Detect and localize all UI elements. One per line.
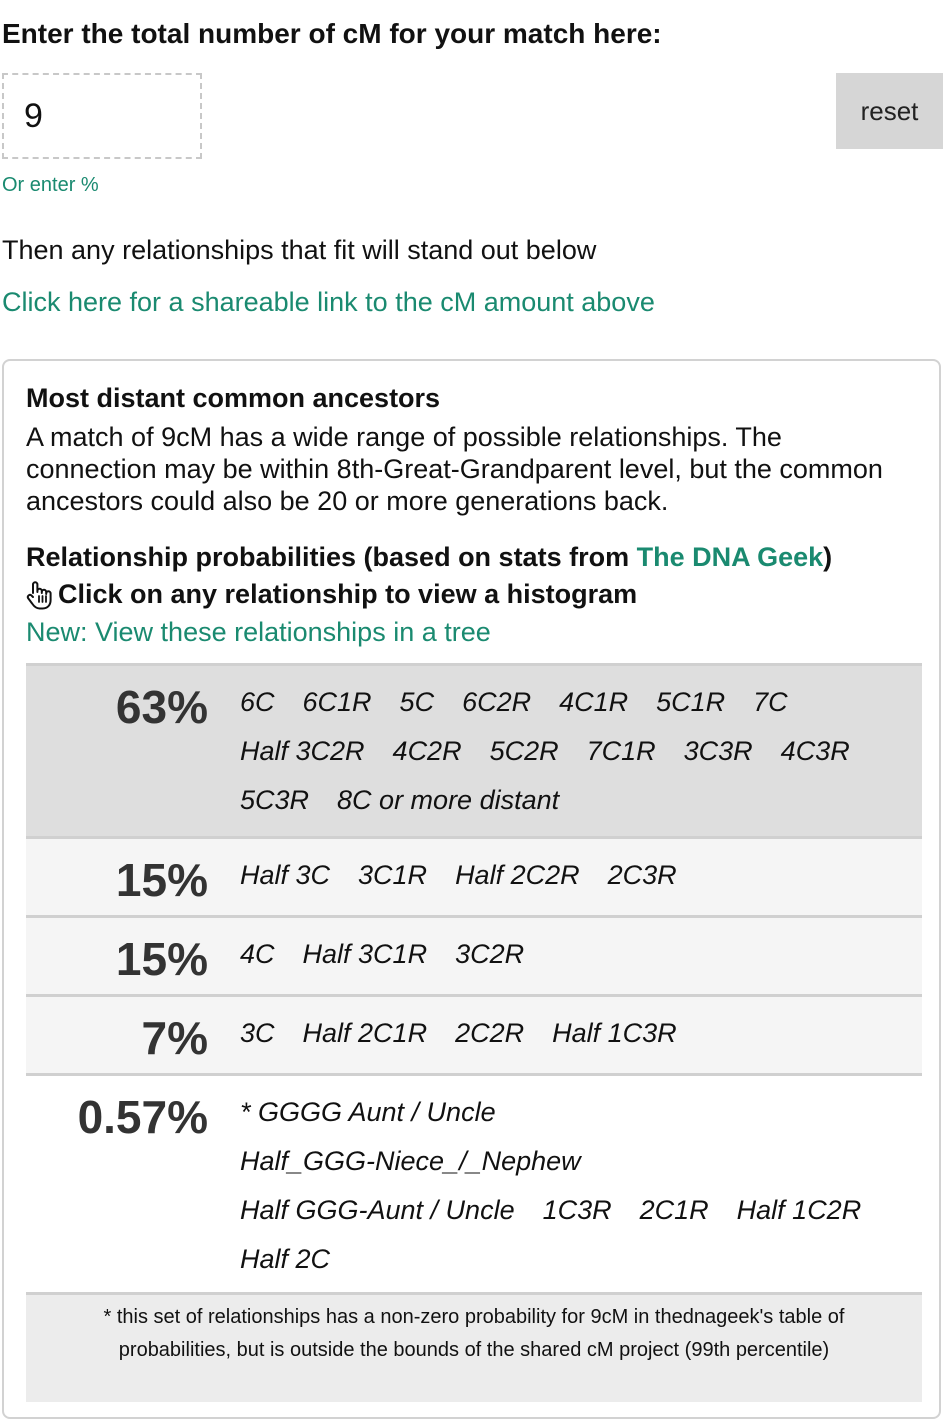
relationship-item[interactable]: Half 1C3R xyxy=(552,1009,677,1058)
pointing-hand-icon xyxy=(26,580,52,610)
relationship-item[interactable]: 2C2R xyxy=(455,1009,524,1058)
relationship-item[interactable]: Half_GGG-Niece_/_Nephew xyxy=(240,1137,880,1186)
relationship-item[interactable]: Half 3C xyxy=(240,851,330,900)
histogram-hint: Click on any relationship to view a hist… xyxy=(26,579,637,610)
relationship-list: 3C Half 2C1R 2C2R Half 1C3R xyxy=(240,997,910,1048)
relationship-item[interactable]: Half GGG-Aunt / Uncle xyxy=(240,1186,515,1235)
relationship-item[interactable]: 3C3R xyxy=(684,727,753,776)
relationship-item[interactable]: 5C2R xyxy=(490,727,559,776)
tree-view-link[interactable]: New: View these relationships in a tree xyxy=(26,617,491,648)
relationship-item[interactable]: 5C1R xyxy=(656,678,725,727)
relationship-item[interactable]: 2C3R xyxy=(608,851,677,900)
relationship-item[interactable]: 3C2R xyxy=(455,930,524,979)
mdca-description: A match of 9cM has a wide range of possi… xyxy=(26,422,883,516)
relationship-list: * GGGG Aunt / Uncle Half_GGG-Niece_/_Nep… xyxy=(240,1076,910,1274)
group-percent: 63% xyxy=(115,681,208,733)
probabilities-title: Relationship probabilities (based on sta… xyxy=(26,542,832,573)
relationship-item[interactable]: Half 2C2R xyxy=(455,851,580,900)
relationship-item[interactable]: 4C3R xyxy=(781,727,850,776)
probability-group: 15% Half 3C 3C1R Half 2C2R 2C3R xyxy=(26,836,922,915)
relationship-list: Half 3C 3C1R Half 2C2R 2C3R xyxy=(240,839,910,890)
relationship-item[interactable]: 3C1R xyxy=(358,851,427,900)
relationship-list: 6C 6C1R 5C 6C2R 4C1R 5C1R 7C Half 3C2R 4… xyxy=(240,666,910,815)
relationship-item[interactable]: 4C2R xyxy=(393,727,462,776)
relationship-item[interactable]: Half 1C2R xyxy=(737,1186,862,1235)
relationship-item[interactable]: Half 3C1R xyxy=(303,930,428,979)
group-percent: 7% xyxy=(141,1012,208,1064)
histogram-hint-text: Click on any relationship to view a hist… xyxy=(58,579,638,609)
relationship-item[interactable]: 5C3R xyxy=(240,776,309,825)
relationship-item[interactable]: Half 3C2R xyxy=(240,727,365,776)
instructions-text: Then any relationships that fit will sta… xyxy=(2,235,597,265)
relationship-item[interactable]: 8C or more distant xyxy=(337,776,559,825)
relationship-item[interactable]: 4C1R xyxy=(559,678,628,727)
relationship-item[interactable]: Half 2C xyxy=(240,1235,330,1284)
probability-group: 63% 6C 6C1R 5C 6C2R 4C1R 5C1R 7C Half 3C… xyxy=(26,663,922,836)
probabilities-title-suffix: ) xyxy=(823,542,833,572)
relationship-item[interactable]: 6C1R xyxy=(303,678,372,727)
relationship-item[interactable]: 4C xyxy=(240,930,275,979)
relationship-item[interactable]: 1C3R xyxy=(543,1186,612,1235)
cm-entry-heading: Enter the total number of cM for your ma… xyxy=(2,18,662,49)
reset-button[interactable]: reset xyxy=(836,73,943,149)
shareable-link[interactable]: Click here for a shareable link to the c… xyxy=(2,287,655,318)
enter-percent-link[interactable]: Or enter % xyxy=(2,174,99,197)
group-percent: 15% xyxy=(115,933,208,985)
probability-group: 0.57% * GGGG Aunt / Uncle Half_GGG-Niece… xyxy=(26,1073,922,1292)
relationship-list: 4C Half 3C1R 3C2R xyxy=(240,918,910,969)
relationship-item[interactable]: 7C xyxy=(753,678,788,727)
probability-group: 15% 4C Half 3C1R 3C2R xyxy=(26,915,922,994)
group-percent: 15% xyxy=(115,854,208,906)
relationship-item[interactable]: 6C2R xyxy=(462,678,531,727)
results-panel: Most distant common ancestors A match of… xyxy=(2,359,941,1419)
relationship-item[interactable]: * GGGG Aunt / Uncle xyxy=(240,1088,880,1137)
relationship-item[interactable]: 3C xyxy=(240,1009,275,1058)
relationship-item[interactable]: 7C1R xyxy=(587,727,656,776)
probabilities-title-prefix: Relationship probabilities (based on sta… xyxy=(26,542,637,572)
cm-input[interactable] xyxy=(2,73,202,159)
relationship-item[interactable]: 6C xyxy=(240,678,275,727)
relationship-item[interactable]: 5C xyxy=(400,678,435,727)
footnote: * this set of relationships has a non-ze… xyxy=(26,1292,922,1402)
dna-geek-link[interactable]: The DNA Geek xyxy=(637,542,824,572)
mdca-title: Most distant common ancestors xyxy=(26,383,441,413)
probability-group: 7% 3C Half 2C1R 2C2R Half 1C3R xyxy=(26,994,922,1073)
relationship-item[interactable]: Half 2C1R xyxy=(303,1009,428,1058)
group-percent: 0.57% xyxy=(77,1091,208,1143)
relationship-item[interactable]: 2C1R xyxy=(640,1186,709,1235)
